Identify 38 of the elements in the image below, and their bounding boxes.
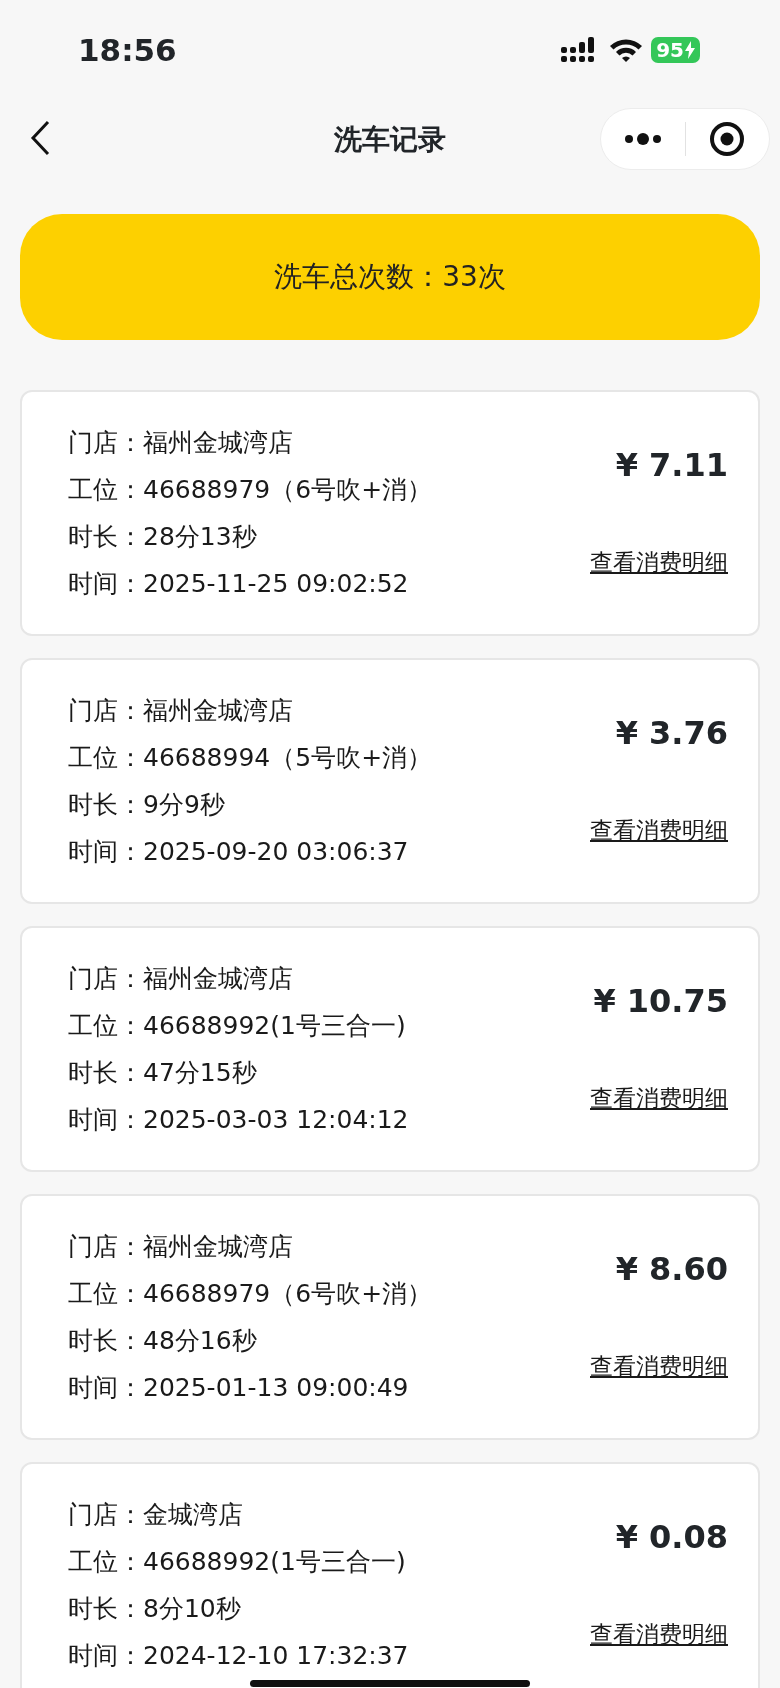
details-link[interactable]: 查看消费明细 bbox=[590, 1617, 728, 1652]
record-detail: 时间：2025-03-03 12:04:12 bbox=[68, 1104, 409, 1136]
charging-icon bbox=[685, 41, 695, 59]
record-detail: 门店：福州金城湾店 bbox=[68, 695, 294, 727]
status-time: 18:56 bbox=[78, 30, 177, 70]
record-detail: 门店：福州金城湾店 bbox=[68, 1231, 294, 1263]
record-detail: 时长：48分16秒 bbox=[68, 1325, 258, 1357]
record-detail: 门店：福州金城湾店 bbox=[68, 963, 294, 995]
record-detail: 工位：46688992(1号三合一) bbox=[68, 1010, 407, 1042]
record-detail: 工位：46688994（5号吹+消） bbox=[68, 742, 433, 774]
amount: ¥ 8.60 bbox=[615, 1249, 728, 1290]
battery-level: 95 bbox=[656, 37, 684, 63]
record-detail: 时间：2025-09-20 03:06:37 bbox=[68, 836, 410, 868]
total-count: 洗车总次数：33次 bbox=[274, 259, 506, 295]
details-link[interactable]: 查看消费明细 bbox=[590, 545, 728, 580]
record-detail: 工位：46688979（6号吹+消） bbox=[68, 1278, 433, 1310]
amount: ¥ 3.76 bbox=[615, 713, 728, 754]
record-detail: 门店：金城湾店 bbox=[68, 1499, 244, 1531]
back-icon[interactable] bbox=[30, 120, 52, 156]
record-detail: 时间：2025-01-13 09:00:49 bbox=[68, 1372, 410, 1404]
record-detail: 时长：47分15秒 bbox=[68, 1057, 258, 1089]
wifi-icon bbox=[609, 37, 644, 63]
amount: ¥ 0.08 bbox=[615, 1517, 728, 1558]
page-title: 洗车记录 bbox=[334, 122, 446, 158]
details-link[interactable]: 查看消费明细 bbox=[590, 1081, 728, 1116]
record-detail: 时间：2025-11-25 09:02:52 bbox=[68, 568, 410, 600]
record-detail: 时长：9分9秒 bbox=[68, 789, 226, 821]
record-detail: 门店：福州金城湾店 bbox=[68, 427, 294, 459]
amount: ¥ 10.75 bbox=[593, 981, 728, 1022]
record-detail: 时长：8分10秒 bbox=[68, 1593, 242, 1625]
record-detail: 工位：46688992(1号三合一) bbox=[68, 1546, 407, 1578]
record-detail: 时间：2024-12-10 17:32:37 bbox=[68, 1640, 409, 1672]
details-link[interactable]: 查看消费明细 bbox=[590, 813, 728, 848]
record-detail: 时长：28分13秒 bbox=[68, 521, 258, 553]
more-icon[interactable] bbox=[623, 132, 662, 146]
details-link[interactable]: 查看消费明细 bbox=[590, 1349, 728, 1384]
record-detail: 工位：46688979（6号吹+消） bbox=[68, 474, 433, 506]
amount: ¥ 7.11 bbox=[615, 445, 728, 486]
